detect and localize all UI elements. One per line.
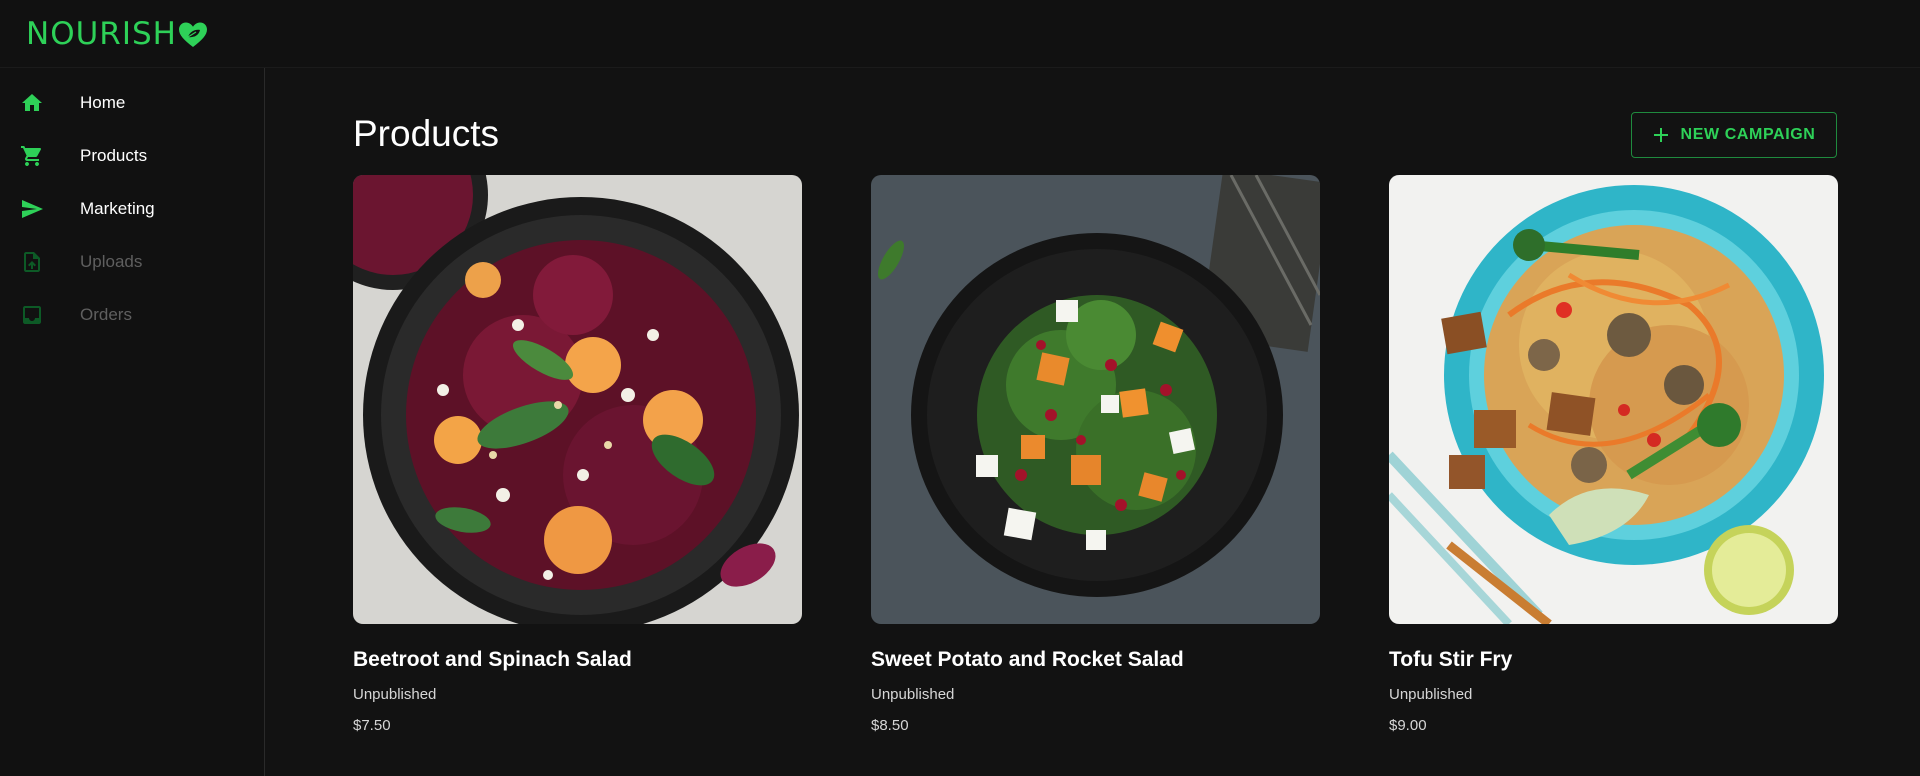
product-name[interactable]: Sweet Potato and Rocket Salad bbox=[871, 647, 1320, 673]
plus-icon bbox=[1653, 128, 1668, 142]
sidebar-item-label: Home bbox=[80, 93, 126, 112]
product-card-tofu-stir-fry[interactable]: Tofu Stir Fry Unpublished $9.00 bbox=[1389, 175, 1838, 734]
sidebar-item-label: Products bbox=[80, 146, 148, 165]
product-status: Unpublished bbox=[871, 686, 955, 703]
sidebar: Home Products Marketing Uploads Orders bbox=[0, 68, 265, 776]
sidebar-item-home[interactable]: Home bbox=[0, 79, 264, 127]
product-price: $7.50 bbox=[353, 717, 391, 734]
product-card-beetroot-salad[interactable]: Beetroot and Spinach Salad Unpublished $… bbox=[353, 175, 802, 734]
product-image[interactable] bbox=[353, 175, 802, 624]
page-title: Products bbox=[353, 113, 500, 154]
new-campaign-button[interactable]: NEW CAMPAIGN bbox=[1631, 112, 1837, 158]
top-app-bar: NOURISH bbox=[0, 0, 1920, 68]
sidebar-item-marketing[interactable]: Marketing bbox=[0, 185, 264, 233]
product-status: Unpublished bbox=[353, 686, 437, 703]
product-name[interactable]: Beetroot and Spinach Salad bbox=[353, 647, 802, 673]
sidebar-item-products[interactable]: Products bbox=[0, 132, 264, 180]
sidebar-item-label: Uploads bbox=[80, 252, 143, 271]
upload-file-icon bbox=[20, 250, 44, 274]
sidebar-item-label: Marketing bbox=[80, 199, 155, 218]
send-icon bbox=[20, 197, 44, 221]
sidebar-item-uploads[interactable]: Uploads bbox=[0, 238, 264, 286]
brand-logo[interactable]: NOURISH bbox=[26, 16, 208, 52]
product-name[interactable]: Tofu Stir Fry bbox=[1389, 647, 1838, 673]
cart-icon bbox=[20, 144, 44, 168]
product-image[interactable] bbox=[871, 175, 1320, 624]
inbox-icon bbox=[20, 303, 44, 327]
sidebar-item-label: Orders bbox=[80, 305, 132, 324]
product-price: $8.50 bbox=[871, 717, 909, 734]
sidebar-item-orders[interactable]: Orders bbox=[0, 291, 264, 339]
heart-leaf-icon bbox=[178, 22, 207, 47]
home-icon bbox=[20, 91, 44, 115]
brand-name: NOURISH bbox=[26, 16, 177, 52]
new-campaign-label: NEW CAMPAIGN bbox=[1680, 126, 1816, 143]
product-card-sweet-potato-salad[interactable]: Sweet Potato and Rocket Salad Unpublishe… bbox=[871, 175, 1320, 734]
product-image[interactable] bbox=[1389, 175, 1838, 624]
product-price: $9.00 bbox=[1389, 717, 1427, 734]
product-status: Unpublished bbox=[1389, 686, 1473, 703]
